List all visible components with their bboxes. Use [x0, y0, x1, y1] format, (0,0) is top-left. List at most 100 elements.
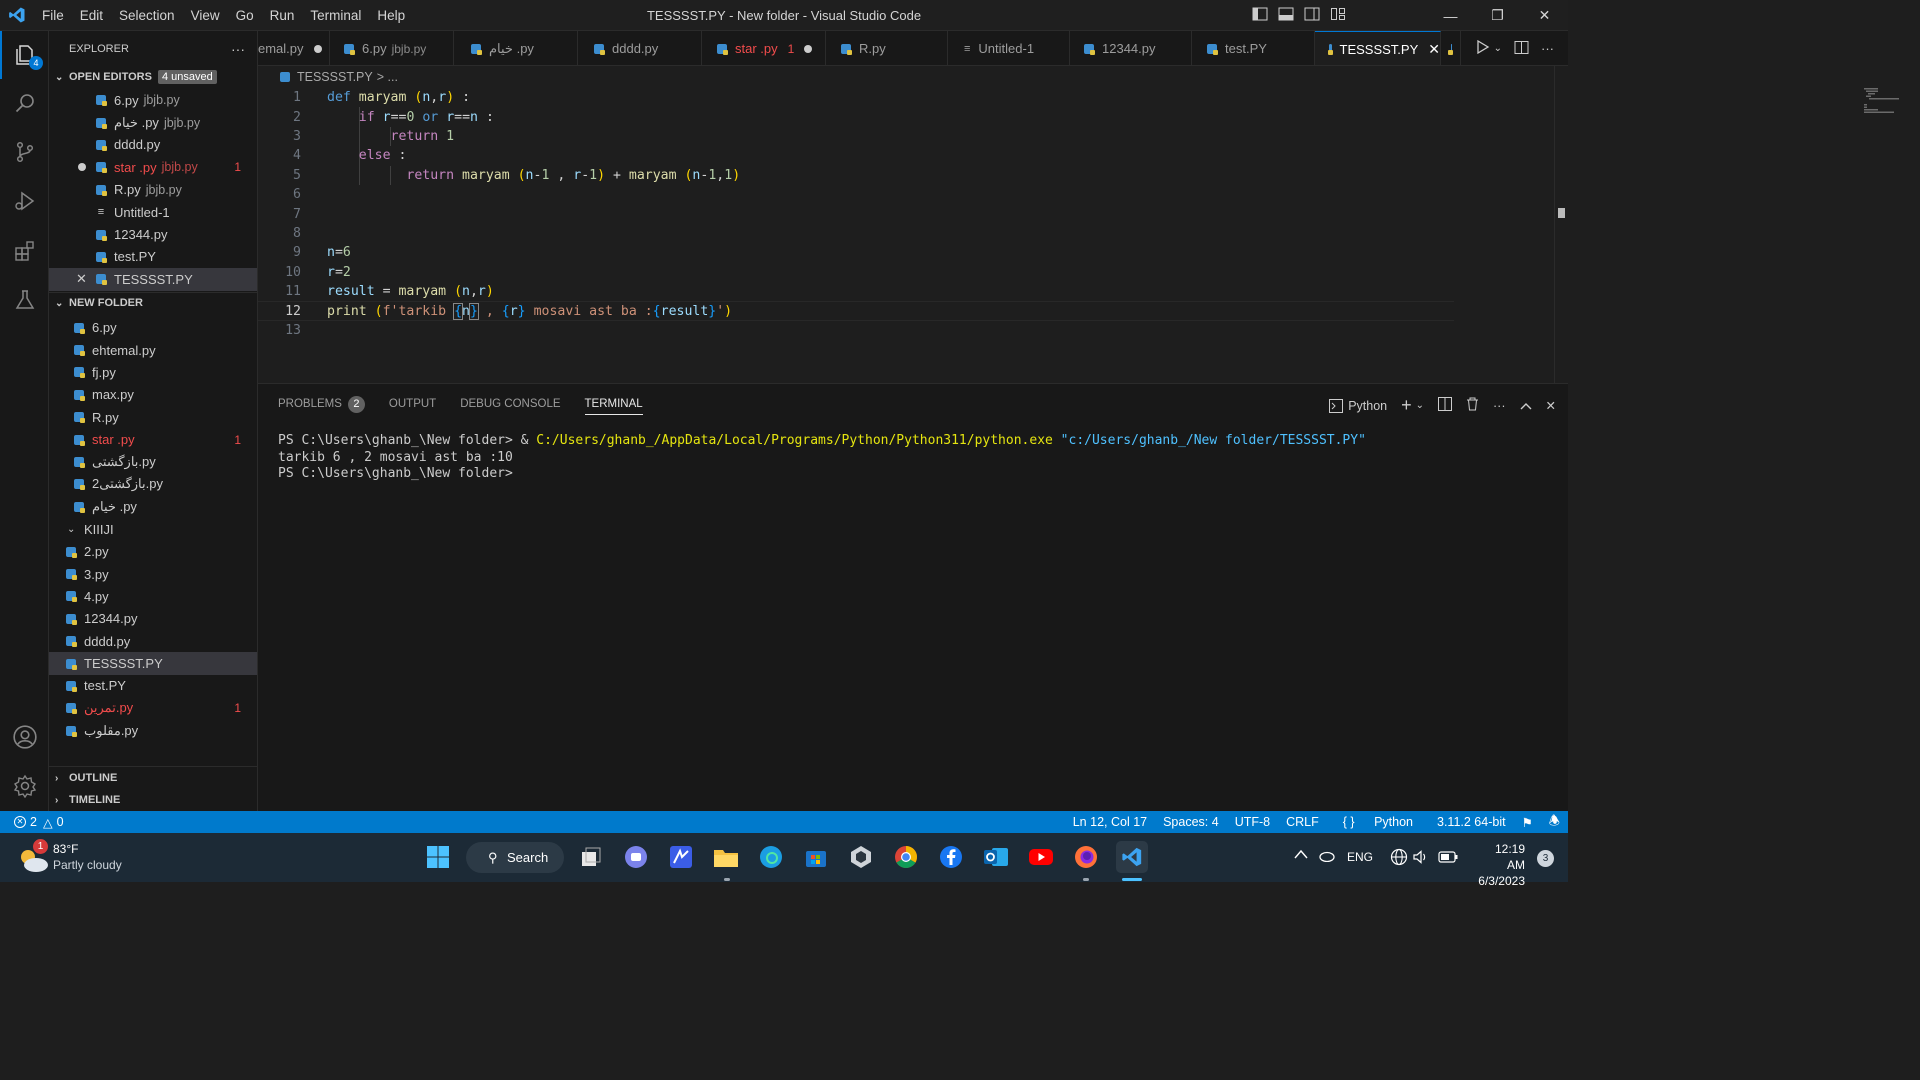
file-item[interactable]: 12344.py: [49, 608, 257, 630]
file-item[interactable]: ehtemal.py: [49, 339, 257, 361]
menu-selection[interactable]: Selection: [111, 0, 183, 31]
python-interpreter[interactable]: 3.11.2 64-bit: [1429, 815, 1514, 829]
file-item[interactable]: TESSSST.PY: [49, 652, 257, 675]
file-item[interactable]: 3.py: [49, 563, 257, 585]
taskbar-search[interactable]: ⚲ Search: [466, 842, 564, 873]
tab-star[interactable]: star .py 1: [702, 31, 826, 65]
close-editor-icon[interactable]: ✕: [76, 271, 87, 287]
tab-ehtemal[interactable]: emal.py: [258, 31, 330, 65]
facebook-icon[interactable]: [937, 843, 965, 871]
file-item[interactable]: 2.py: [49, 540, 257, 562]
toggle-panel-icon[interactable]: [1278, 6, 1294, 22]
tab-terminal[interactable]: TERMINAL: [584, 394, 643, 415]
file-item[interactable]: max.py: [49, 384, 257, 406]
open-editor-item[interactable]: 6.py jbjb.py: [49, 89, 257, 111]
youtube-icon[interactable]: [1027, 843, 1055, 871]
tab-r[interactable]: R.py: [826, 31, 948, 65]
terminal-shell-selector[interactable]: Python: [1329, 398, 1387, 413]
tab-test[interactable]: test.PY: [1192, 31, 1315, 65]
cursor-position[interactable]: Ln 12, Col 17: [1065, 815, 1155, 829]
file-item[interactable]: dddd.py: [49, 630, 257, 652]
split-terminal-icon[interactable]: [1438, 397, 1453, 414]
open-editor-item[interactable]: 12344.py: [49, 223, 257, 245]
volume-icon[interactable]: [1412, 848, 1430, 869]
tab-debug-console[interactable]: DEBUG CONSOLE: [460, 394, 560, 414]
settings-gear-icon[interactable]: [0, 762, 49, 810]
open-editor-item[interactable]: dddd.py: [49, 134, 257, 156]
open-editors-header[interactable]: ⌄ OPEN EDITORS 4 unsaved: [49, 66, 257, 88]
file-item[interactable]: مقلوب.py: [49, 720, 257, 742]
split-editor-icon[interactable]: [1514, 40, 1529, 58]
file-item[interactable]: تمرین.py 1: [49, 697, 257, 719]
menu-terminal[interactable]: Terminal: [302, 0, 369, 31]
source-control-icon[interactable]: [0, 128, 49, 176]
explorer-icon[interactable]: 4: [0, 31, 49, 79]
tab-12344[interactable]: 12344.py: [1070, 31, 1192, 65]
close-panel-icon[interactable]: ✕: [1546, 398, 1556, 413]
open-editor-item[interactable]: ≡ Untitled-1: [49, 201, 257, 223]
vscode-taskbar-icon[interactable]: [1116, 841, 1148, 873]
windows-start-icon[interactable]: [424, 843, 452, 871]
file-item[interactable]: خیام .py: [49, 496, 257, 518]
input-language[interactable]: ENG: [1347, 850, 1373, 864]
battery-icon[interactable]: [1438, 850, 1458, 867]
subfolder-item[interactable]: ⌄ KIIIJI: [49, 518, 257, 540]
end-of-line[interactable]: CRLF: [1278, 815, 1327, 829]
new-terminal-icon[interactable]: +: [1401, 395, 1412, 416]
menu-help[interactable]: Help: [369, 0, 413, 31]
menu-go[interactable]: Go: [228, 0, 262, 31]
encoding[interactable]: UTF-8: [1227, 815, 1278, 829]
notifications-bell-icon[interactable]: 🕭: [1541, 812, 1568, 833]
minimap[interactable]: [1816, 88, 1906, 128]
indentation[interactable]: Spaces: 4: [1155, 815, 1227, 829]
search-icon[interactable]: [0, 79, 49, 127]
run-python-icon[interactable]: [1476, 39, 1490, 57]
file-explorer-icon[interactable]: [712, 843, 740, 871]
language-mode[interactable]: { } Python: [1327, 815, 1429, 829]
file-item[interactable]: بازگشتی2.py: [49, 473, 257, 495]
open-editor-item[interactable]: ✕ TESSSST.PY: [49, 268, 257, 291]
notification-count[interactable]: 3: [1537, 850, 1554, 867]
tab-problems[interactable]: PROBLEMS 2: [278, 392, 365, 417]
code-editor[interactable]: 1 def maryam (n,r) : 2 if r==0 or r==n : …: [258, 88, 1554, 383]
tab-6py[interactable]: 6.py jbjb.py: [330, 31, 454, 65]
edge-browser-icon[interactable]: [757, 843, 785, 871]
menu-run[interactable]: Run: [262, 0, 303, 31]
maximize-panel-icon[interactable]: [1520, 399, 1532, 413]
chevron-up-icon[interactable]: [1294, 848, 1308, 862]
open-editor-item[interactable]: star .py jbjb.py 1: [49, 156, 257, 178]
unity-icon[interactable]: [847, 843, 875, 871]
feedback-icon[interactable]: ⚑: [1514, 815, 1541, 830]
outline-section[interactable]: › OUTLINE: [49, 766, 257, 789]
minimize-icon[interactable]: —: [1427, 0, 1474, 31]
network-globe-icon[interactable]: [1390, 848, 1408, 869]
explorer-more-icon[interactable]: ···: [231, 41, 245, 57]
open-editor-item[interactable]: R.py jbjb.py: [49, 179, 257, 201]
file-item[interactable]: test.PY: [49, 675, 257, 697]
weather-widget[interactable]: 1 83°F Partly cloudy: [16, 839, 156, 877]
chrome-browser-icon[interactable]: [892, 843, 920, 871]
menu-file[interactable]: File: [34, 0, 72, 31]
more-actions-icon[interactable]: ···: [1541, 41, 1554, 56]
testing-icon[interactable]: [0, 276, 49, 324]
tab-untitled[interactable]: ≡ Untitled-1: [948, 31, 1070, 65]
problems-status[interactable]: ✕ 2 △ 0: [0, 815, 64, 830]
onedrive-cloud-icon[interactable]: [1317, 848, 1335, 865]
firefox-icon[interactable]: [1072, 843, 1100, 871]
restore-icon[interactable]: ❐: [1474, 0, 1521, 31]
close-window-icon[interactable]: ✕: [1521, 0, 1568, 31]
run-debug-icon[interactable]: [0, 177, 49, 225]
outlook-icon[interactable]: [982, 843, 1010, 871]
close-tab-icon[interactable]: ✕: [1428, 41, 1440, 58]
clock[interactable]: 12:19 AM 6/3/2023: [1478, 841, 1525, 889]
breadcrumb-symbols[interactable]: > ...: [377, 70, 398, 84]
unsaved-dot-icon[interactable]: [313, 44, 322, 53]
editor-scrollbar[interactable]: [1554, 66, 1568, 383]
microsoft-store-icon[interactable]: [802, 843, 830, 871]
open-editor-item[interactable]: test.PY: [49, 246, 257, 268]
extensions-icon[interactable]: [0, 227, 49, 275]
menu-view[interactable]: View: [183, 0, 228, 31]
breadcrumb-file[interactable]: TESSSST.PY: [297, 70, 373, 84]
tab-overflow[interactable]: [1441, 31, 1461, 65]
accounts-icon[interactable]: [0, 713, 49, 761]
